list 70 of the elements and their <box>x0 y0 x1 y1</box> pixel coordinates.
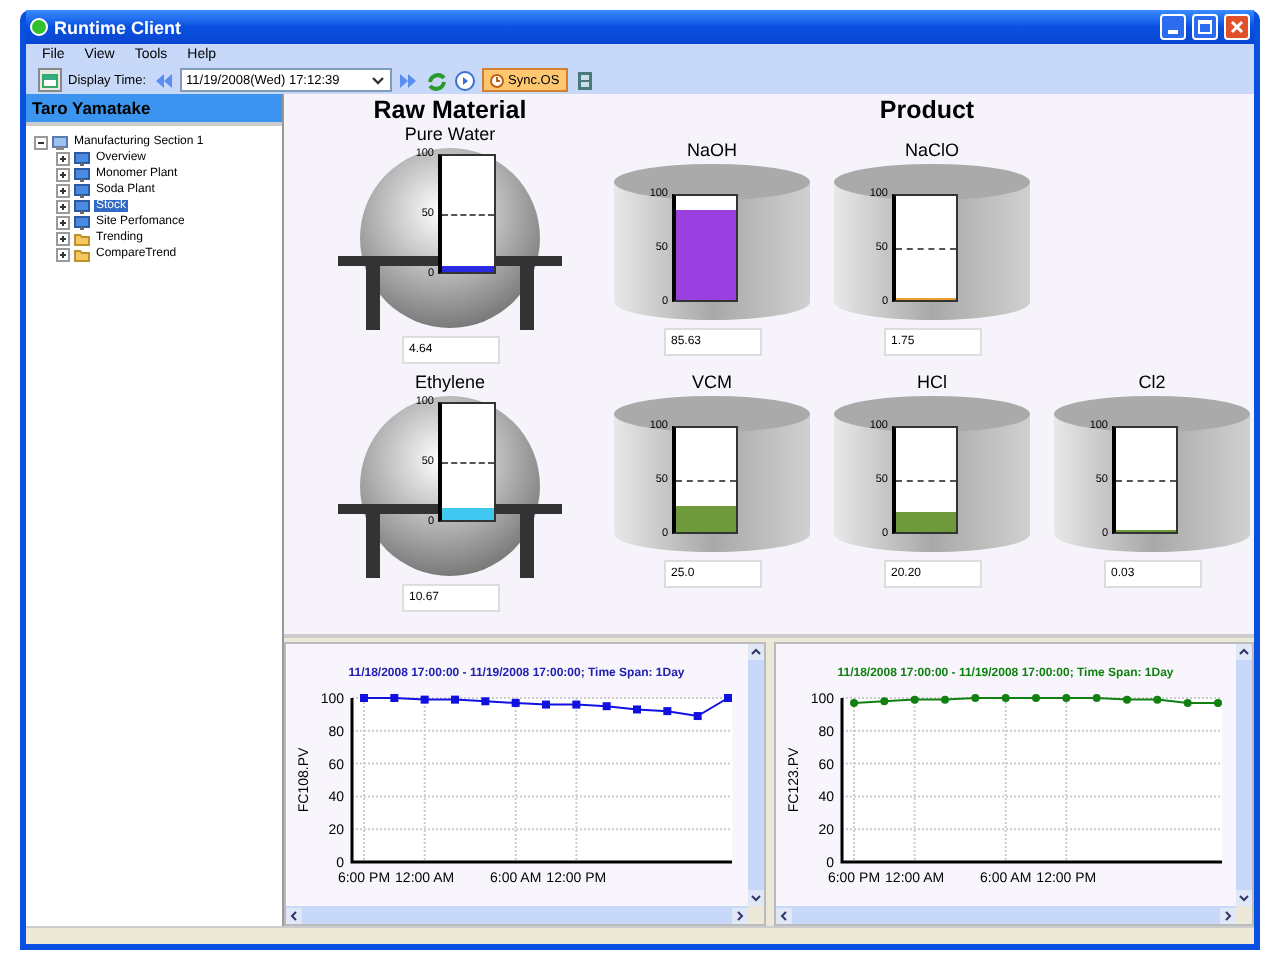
scroll-down-icon[interactable] <box>749 892 761 904</box>
data-point <box>1213 698 1222 707</box>
expand-icon[interactable] <box>56 247 70 261</box>
expand-icon[interactable] <box>56 151 70 165</box>
data-point <box>481 697 490 706</box>
data-point <box>1152 695 1161 704</box>
scroll-up-icon[interactable] <box>749 646 761 658</box>
data-point <box>1183 698 1192 707</box>
scroll-left-icon[interactable] <box>288 909 300 921</box>
data-point <box>572 700 581 709</box>
data-point <box>603 702 612 711</box>
data-point <box>451 695 460 704</box>
computer-icon <box>52 135 68 149</box>
scroll-down-icon[interactable] <box>1238 892 1250 904</box>
data-point <box>970 694 979 702</box>
expand-icon[interactable] <box>56 199 70 213</box>
data-point <box>1001 694 1010 702</box>
close-button[interactable] <box>1224 14 1250 40</box>
tank-label: Pure Water <box>404 124 496 144</box>
vertical-scrollbar[interactable] <box>1236 644 1252 906</box>
scroll-right-icon[interactable] <box>1222 909 1234 921</box>
data-point <box>1122 695 1131 704</box>
scrollbar-corner <box>1236 906 1252 924</box>
clock-icon <box>490 73 505 87</box>
expand-icon[interactable] <box>56 231 70 245</box>
maximize-icon <box>1198 20 1212 34</box>
data-point <box>421 695 430 704</box>
tank-label: HCl <box>917 372 947 392</box>
data-point <box>879 697 888 706</box>
tank-label: Ethylene <box>414 372 486 392</box>
refresh-icon[interactable] <box>426 69 449 91</box>
data-point <box>1031 694 1040 702</box>
scroll-left-icon[interactable] <box>777 909 789 921</box>
tank-label: NaClO <box>904 140 959 160</box>
user-name-header: Taro Yamatake <box>26 94 282 122</box>
horizontal-scrollbar[interactable] <box>775 906 1236 924</box>
close-icon <box>1230 20 1244 34</box>
screen-toggle-button[interactable] <box>38 68 62 92</box>
expand-icon[interactable] <box>56 167 70 181</box>
data-point <box>1061 694 1070 702</box>
window-title: Runtime Client <box>54 17 184 37</box>
data-point <box>663 707 672 716</box>
data-point <box>694 712 703 721</box>
app-icon <box>30 18 48 36</box>
minimize-button[interactable] <box>1160 14 1186 40</box>
data-point <box>390 694 399 702</box>
expand-icon[interactable] <box>56 215 70 229</box>
horizontal-scrollbar[interactable] <box>286 906 747 924</box>
data-point <box>849 698 858 707</box>
data-point <box>910 695 919 704</box>
dropdown-caret-icon[interactable] <box>370 72 387 88</box>
maximize-button[interactable] <box>1192 14 1218 40</box>
data-point <box>360 694 369 702</box>
scroll-up-icon[interactable] <box>1238 646 1250 658</box>
data-point <box>724 694 733 702</box>
data-point <box>1092 694 1101 702</box>
scroll-right-icon[interactable] <box>733 909 745 921</box>
data-point <box>542 700 551 709</box>
expand-icon[interactable] <box>56 183 70 197</box>
film-icon[interactable] <box>573 69 596 91</box>
tank-label: Cl2 <box>1138 372 1166 392</box>
data-point <box>633 705 642 714</box>
section-heading: Raw Material <box>373 96 527 124</box>
collapse-icon[interactable] <box>34 135 48 149</box>
tank-label: VCM <box>692 372 732 392</box>
data-point <box>940 695 949 704</box>
section-heading: Product <box>879 96 975 124</box>
tank-label: NaOH <box>686 140 737 160</box>
data-point <box>512 698 521 707</box>
play-icon[interactable] <box>454 69 477 91</box>
